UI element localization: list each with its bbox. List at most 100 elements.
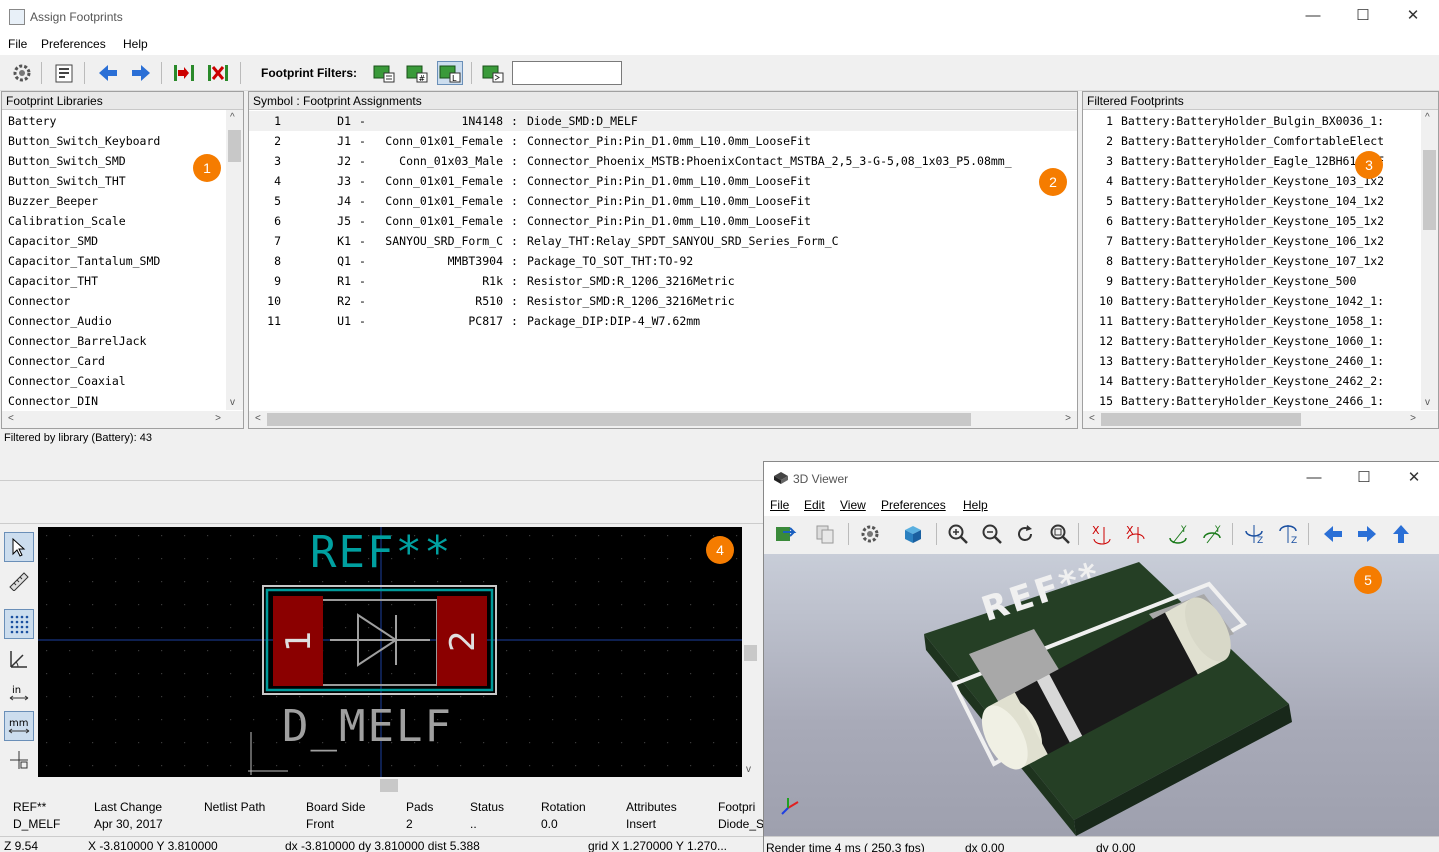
info-netlist-path-label: Netlist Path: [204, 800, 266, 814]
previous-arrow-icon[interactable]: [95, 61, 121, 85]
assignment-row[interactable]: 8 Q1 MMBT3904 Package_TO_SOT_THT:TO-92 -:: [249, 251, 1077, 271]
raytracing-cube-icon[interactable]: [900, 522, 926, 546]
toolbar: Footprint Filters: # L: [0, 55, 1439, 91]
library-list-item[interactable]: Calibration_Scale: [8, 211, 126, 231]
library-list-item[interactable]: Capacitor_SMD: [8, 231, 98, 251]
rotate-z-ccw-icon[interactable]: Z: [1242, 522, 1268, 546]
menu-file[interactable]: File: [8, 37, 27, 51]
close-button[interactable]: ✕: [1390, 4, 1436, 28]
assignment-row[interactable]: 7 K1 SANYOU_SRD_Form_C Relay_THT:Relay_SPDT…: [249, 231, 1077, 251]
app-icon: [9, 9, 25, 25]
zoom-in-icon[interactable]: [945, 522, 971, 546]
copy-image-icon[interactable]: [812, 522, 838, 546]
footprint-library-icon[interactable]: [51, 61, 77, 85]
3d-viewer-close-button[interactable]: ✕: [1391, 466, 1437, 490]
assignment-row[interactable]: 6 J5 Conn_01x01_Female Connector_Pin:Pin_D1…: [249, 211, 1077, 231]
assignments-hscroll[interactable]: < >: [249, 411, 1077, 428]
rotate-y-ccw-icon[interactable]: Y: [1166, 522, 1192, 546]
filter-by-library-icon[interactable]: L: [437, 61, 463, 85]
3d-viewer-minimize-button[interactable]: —: [1291, 466, 1337, 490]
auto-associate-icon[interactable]: [171, 61, 197, 85]
minimize-button[interactable]: —: [1290, 4, 1336, 28]
library-vscroll[interactable]: ^ v: [226, 110, 243, 410]
library-list-item[interactable]: Connector_Audio: [8, 311, 112, 331]
3d-settings-gear-icon[interactable]: [857, 522, 883, 546]
menu-help[interactable]: Help: [123, 37, 148, 51]
select-pointer-icon[interactable]: [4, 532, 34, 562]
assignment-row[interactable]: 4 J3 Conn_01x01_Female Connector_Pin:Pin_D1…: [249, 171, 1077, 191]
3d-menu-file[interactable]: File: [770, 498, 789, 512]
3d-viewer-maximize-button[interactable]: ☐: [1341, 466, 1387, 490]
library-list-item[interactable]: Connector_DIN: [8, 391, 98, 411]
delete-associations-icon[interactable]: [205, 61, 231, 85]
filtered-hscroll[interactable]: < >: [1083, 411, 1438, 428]
info-attributes-label: Attributes: [626, 800, 677, 814]
assignment-row[interactable]: 10 R2 R510 Resistor_SMD:R_1206_3216Metric -:: [249, 291, 1077, 311]
assignment-index: 9: [274, 274, 281, 288]
zoom-fit-icon[interactable]: [1047, 522, 1073, 546]
assignment-row[interactable]: 11 U1 PC817 Package_DIP:DIP-4_W7.62mm -:: [249, 311, 1077, 331]
3d-menu-view[interactable]: View: [840, 498, 866, 512]
move-right-icon[interactable]: [1354, 522, 1380, 546]
library-hscroll[interactable]: < >: [2, 411, 243, 428]
next-arrow-icon[interactable]: [128, 61, 154, 85]
footprint-canvas[interactable]: REF** D_MELF 1 2: [38, 527, 742, 777]
library-list-item[interactable]: Button_Switch_Keyboard: [8, 131, 160, 151]
move-left-icon[interactable]: [1320, 522, 1346, 546]
inches-units-icon[interactable]: in: [4, 678, 34, 708]
assignment-row[interactable]: 5 J4 Conn_01x01_Female Connector_Pin:Pin_D1…: [249, 191, 1077, 211]
library-list-item[interactable]: Capacitor_THT: [8, 271, 98, 291]
assignment-reference: Q1: [337, 254, 351, 268]
maximize-button[interactable]: ☐: [1340, 4, 1386, 28]
library-list-item[interactable]: Connector: [8, 291, 70, 311]
canvas-hscroll[interactable]: [38, 777, 742, 794]
filter-by-pin-count-icon[interactable]: #: [404, 61, 430, 85]
library-list-item[interactable]: Connector_Coaxial: [8, 371, 126, 391]
library-list-item[interactable]: Buzzer_Beeper: [8, 191, 98, 211]
library-list-item[interactable]: Button_Switch_SMD: [8, 151, 126, 171]
rotate-x-ccw-icon[interactable]: X: [1089, 522, 1115, 546]
library-list-item[interactable]: Battery: [8, 111, 56, 131]
polar-coordinates-icon[interactable]: [4, 644, 34, 674]
assignment-index: 6: [274, 214, 281, 228]
info-board-side-value: Front: [306, 817, 335, 831]
library-list-item[interactable]: Connector_BarrelJack: [8, 331, 146, 351]
move-up-icon[interactable]: [1388, 522, 1414, 546]
assignment-value: Conn_01x01_Female: [385, 134, 503, 148]
assignment-separator: -: [359, 174, 366, 188]
library-list-item[interactable]: Capacitor_Tantalum_SMD: [8, 251, 160, 271]
settings-gear-icon[interactable]: [9, 61, 35, 85]
library-list-item[interactable]: Button_Switch_THT: [8, 171, 126, 191]
3d-menu-edit[interactable]: Edit: [804, 498, 825, 512]
3d-menu-preferences[interactable]: Preferences: [881, 498, 946, 512]
redraw-icon[interactable]: [1012, 522, 1038, 546]
library-list-item[interactable]: Connector_Card: [8, 351, 105, 371]
footprint-filter-input[interactable]: [512, 61, 622, 85]
millimeters-units-icon[interactable]: mm: [4, 711, 34, 741]
3d-render-canvas[interactable]: REF** 5: [764, 554, 1439, 836]
cursor-shape-icon[interactable]: [4, 745, 34, 775]
assignment-row[interactable]: 2 J1 Conn_01x01_Female Connector_Pin:Pin_D1…: [249, 131, 1077, 151]
filter-by-keywords-icon[interactable]: [371, 61, 397, 85]
3d-status-dx: dx 0.00: [965, 841, 1005, 852]
filtered-vscroll[interactable]: ^ v: [1421, 110, 1438, 410]
measure-tool-icon[interactable]: [4, 566, 34, 596]
rotate-x-cw-icon[interactable]: X: [1123, 522, 1149, 546]
assignment-colon: :: [511, 114, 518, 128]
assignment-separator: -: [359, 214, 366, 228]
zoom-out-icon[interactable]: [979, 522, 1005, 546]
rotate-y-cw-icon[interactable]: Y: [1200, 522, 1226, 546]
filter-by-text-icon[interactable]: [480, 61, 506, 85]
menu-preferences[interactable]: Preferences: [41, 37, 106, 51]
reload-board-icon[interactable]: [772, 522, 798, 546]
filtered-footprint-index: 9: [1106, 274, 1113, 288]
assignment-row[interactable]: 1 D1 1N4148 Diode_SMD:D_MELF -:: [249, 111, 1077, 131]
rotate-z-cw-icon[interactable]: Z: [1276, 522, 1302, 546]
assignment-row[interactable]: 9 R1 R1k Resistor_SMD:R_1206_3216Metric -:: [249, 271, 1077, 291]
assignment-row[interactable]: 3 J2 Conn_01x03_Male Connector_Phoenix_MSTB…: [249, 151, 1077, 171]
filter-status-text: Filtered by library (Battery): 43: [4, 432, 152, 444]
canvas-vscroll[interactable]: v: [742, 527, 759, 777]
3d-menu-help[interactable]: Help: [963, 498, 988, 512]
grid-toggle-icon[interactable]: [4, 609, 34, 639]
assignment-footprint: Connector_Pin:Pin_D1.0mm_L10.0mm_LooseFi…: [527, 174, 811, 188]
